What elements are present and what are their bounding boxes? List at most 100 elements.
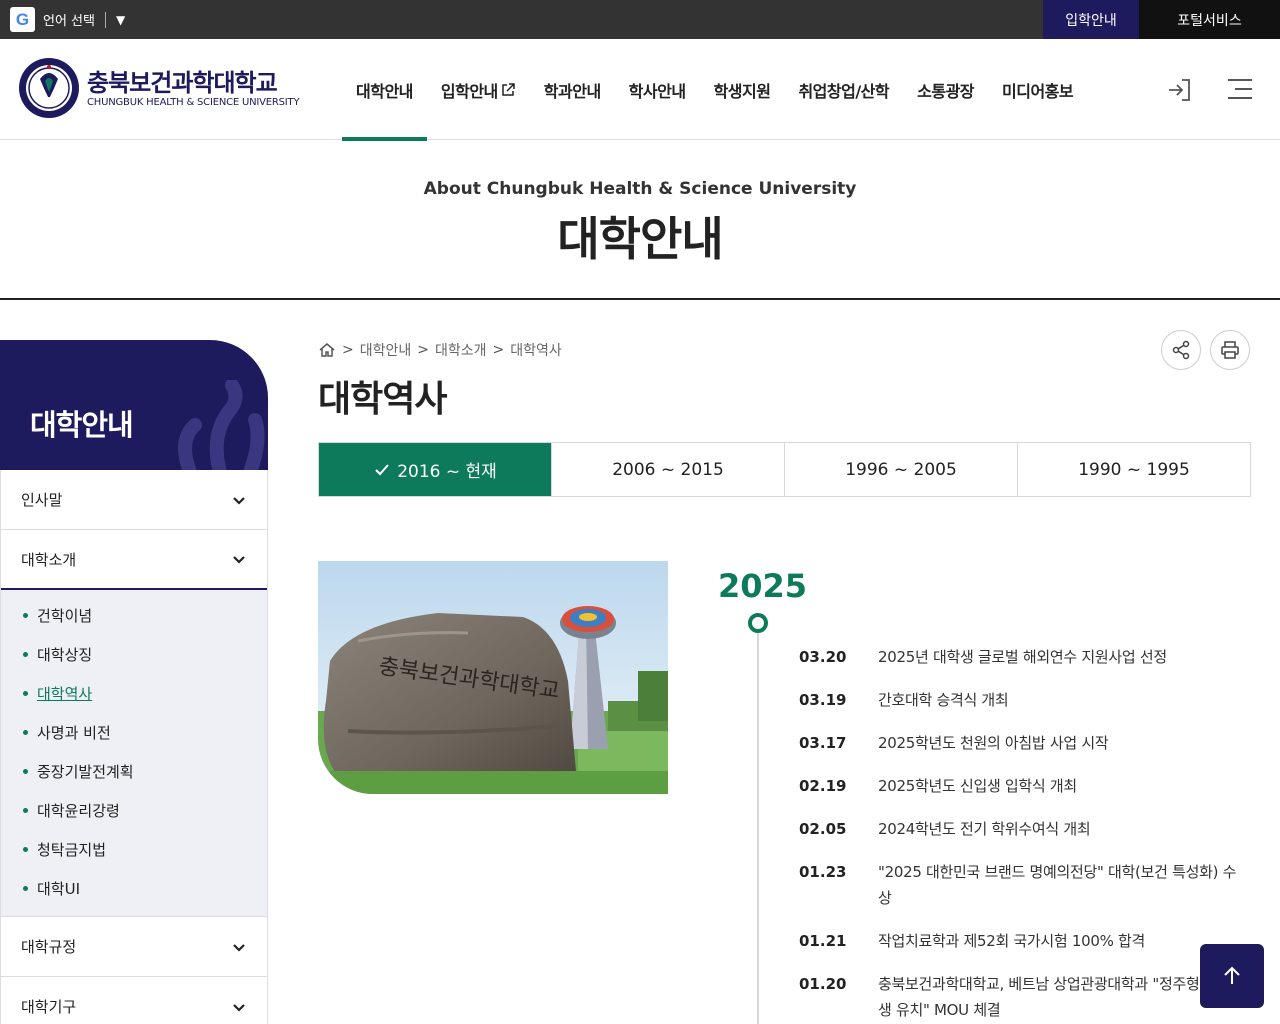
sidebar-menu: 인사말 대학소개 건학이념 대학상징 대학역사 사명과 비전 중장기발전계획 대… bbox=[0, 470, 268, 1024]
tab-1996-2005[interactable]: 1996 ~ 2005 bbox=[784, 443, 1017, 496]
scroll-to-top-button[interactable] bbox=[1200, 944, 1264, 1008]
event-date: 03.17 bbox=[799, 734, 847, 752]
flame-decoration-icon bbox=[178, 380, 265, 470]
sidebar-item-label: 대학소개 bbox=[21, 550, 77, 569]
submenu-item-history[interactable]: 대학역사 bbox=[1, 674, 267, 713]
event-date: 01.23 bbox=[799, 863, 847, 881]
submenu-item-label: 중장기발전계획 bbox=[37, 763, 134, 781]
submenu-item-label: 대학UI bbox=[37, 880, 81, 898]
event-date: 02.05 bbox=[799, 820, 847, 838]
event-date: 02.19 bbox=[799, 777, 847, 795]
tab-2016-present[interactable]: 2016 ~ 현재 bbox=[319, 443, 551, 496]
event-text: 작업치료학과 제52회 국가시험 100% 합격 bbox=[878, 932, 1146, 950]
bullet-icon bbox=[23, 808, 28, 813]
home-icon[interactable] bbox=[318, 341, 336, 359]
timeline-line bbox=[757, 633, 759, 1024]
submenu-item-label: 대학상징 bbox=[37, 646, 93, 664]
campus-stone-photo: 충북보건과학대학교 bbox=[318, 561, 668, 794]
hamburger-menu-icon[interactable] bbox=[1227, 77, 1253, 101]
login-icon[interactable] bbox=[1166, 76, 1194, 104]
campus-stone-image: 충북보건과학대학교 bbox=[318, 561, 668, 794]
submenu-item-label: 대학역사 bbox=[37, 685, 93, 703]
timeline-event: 03.17 2025학년도 천원의 아침밥 사업 시작 bbox=[799, 730, 1249, 756]
sidebar-item-label: 대학규정 bbox=[21, 938, 77, 956]
event-text: 간호대학 승격식 개최 bbox=[878, 691, 1009, 709]
share-icon bbox=[1172, 340, 1190, 360]
submenu-item-ethics-code[interactable]: 대학윤리강령 bbox=[1, 791, 267, 830]
bullet-icon bbox=[23, 652, 28, 657]
page-hero: About Chungbuk Health & Science Universi… bbox=[0, 141, 1280, 300]
submenu-item-development-plan[interactable]: 중장기발전계획 bbox=[1, 752, 267, 791]
submenu-item-label: 사명과 비전 bbox=[37, 724, 111, 742]
bullet-icon bbox=[23, 691, 28, 696]
sidebar-submenu: 건학이념 대학상징 대학역사 사명과 비전 중장기발전계획 대학윤리강령 청탁금… bbox=[1, 590, 267, 917]
chevron-down-icon bbox=[233, 496, 245, 505]
nav-item-employment[interactable]: 취업창업/산학 bbox=[784, 39, 903, 140]
submenu-item-symbols[interactable]: 대학상징 bbox=[1, 635, 267, 674]
submenu-item-mission-vision[interactable]: 사명과 비전 bbox=[1, 713, 267, 752]
university-emblem-icon bbox=[19, 58, 79, 118]
timeline-events: 03.20 2025년 대학생 글로벌 해외연수 지원사업 선정 03.19 간… bbox=[799, 644, 1249, 1024]
breadcrumb: > 대학안내 > 대학소개 > 대학역사 bbox=[318, 340, 562, 360]
check-icon bbox=[375, 463, 389, 475]
sidebar-item-organization[interactable]: 대학기구 bbox=[1, 977, 267, 1024]
timeline-event: 01.21 작업치료학과 제52회 국가시험 100% 합격 bbox=[799, 928, 1249, 954]
hero-title: 대학안내 bbox=[557, 212, 723, 266]
event-text: "2025 대한민국 브랜드 명예의전당" 대학(보건 특성화) 수상 bbox=[878, 863, 1237, 907]
bullet-icon bbox=[23, 886, 28, 891]
language-divider bbox=[104, 11, 106, 28]
main-navigation: 대학안내 입학안내 학과안내 학사안내 학생지원 취업창업/산학 소통광장 미디… bbox=[342, 39, 1087, 141]
language-selector[interactable]: G 언어 선택 ▼ bbox=[10, 7, 125, 32]
top-admission-link[interactable]: 입학안내 bbox=[1043, 0, 1139, 39]
submenu-item-label: 청탁금지법 bbox=[37, 841, 107, 859]
print-icon bbox=[1221, 341, 1239, 359]
timeline-event: 01.23 "2025 대한민국 브랜드 명예의전당" 대학(보건 특성화) 수… bbox=[799, 859, 1249, 911]
chevron-down-icon bbox=[233, 943, 245, 952]
nav-item-media[interactable]: 미디어홍보 bbox=[988, 39, 1087, 140]
breadcrumb-separator: > bbox=[342, 342, 354, 358]
event-date: 01.20 bbox=[799, 975, 847, 993]
submenu-item-label: 건학이념 bbox=[37, 607, 93, 625]
submenu-item-anti-graft-act[interactable]: 청탁금지법 bbox=[1, 830, 267, 869]
share-button[interactable] bbox=[1161, 330, 1201, 370]
bullet-icon bbox=[23, 769, 28, 774]
bullet-icon bbox=[23, 847, 28, 852]
period-tabs: 2016 ~ 현재 2006 ~ 2015 1996 ~ 2005 1990 ~… bbox=[318, 442, 1251, 497]
event-text: 2025학년도 신입생 입학식 개최 bbox=[878, 777, 1077, 795]
chevron-down-icon bbox=[233, 1003, 245, 1012]
submenu-item-founding-philosophy[interactable]: 건학이념 bbox=[1, 596, 267, 635]
nav-item-student-support[interactable]: 학생지원 bbox=[700, 39, 785, 140]
arrow-up-icon bbox=[1224, 966, 1240, 984]
breadcrumb-item[interactable]: 대학안내 bbox=[360, 340, 412, 360]
print-button[interactable] bbox=[1210, 330, 1250, 370]
timeline-year-marker bbox=[748, 613, 768, 633]
logo-text: 충북보건과학대학교 CHUNGBUK HEALTH & SCIENCE UNIV… bbox=[87, 69, 300, 108]
tab-2006-2015[interactable]: 2006 ~ 2015 bbox=[551, 443, 784, 496]
breadcrumb-item[interactable]: 대학소개 bbox=[435, 340, 487, 360]
nav-item-academics[interactable]: 학사안내 bbox=[615, 39, 700, 140]
submenu-item-university-ui[interactable]: 대학UI bbox=[1, 869, 267, 908]
sidebar-item-label: 대학기구 bbox=[21, 998, 77, 1016]
top-portal-link[interactable]: 포털서비스 bbox=[1139, 0, 1280, 39]
tab-1990-1995[interactable]: 1990 ~ 1995 bbox=[1017, 443, 1250, 496]
breadcrumb-separator: > bbox=[417, 342, 429, 358]
sidebar-item-regulations[interactable]: 대학규정 bbox=[1, 917, 267, 977]
submenu-item-label: 대학윤리강령 bbox=[37, 802, 120, 820]
nav-item-community[interactable]: 소통광장 bbox=[903, 39, 988, 140]
breadcrumb-item-current[interactable]: 대학역사 bbox=[510, 340, 562, 360]
university-logo[interactable]: 충북보건과학대학교 CHUNGBUK HEALTH & SCIENCE UNIV… bbox=[18, 57, 300, 119]
nav-item-departments[interactable]: 학과안내 bbox=[530, 39, 615, 140]
nav-item-about[interactable]: 대학안내 bbox=[342, 39, 427, 141]
event-text: 2025학년도 천원의 아침밥 사업 시작 bbox=[878, 734, 1109, 752]
sidebar-item-greeting[interactable]: 인사말 bbox=[1, 470, 267, 530]
chevron-down-icon bbox=[233, 556, 245, 564]
event-text: 2025년 대학생 글로벌 해외연수 지원사업 선정 bbox=[878, 648, 1167, 666]
timeline-event: 03.19 간호대학 승격식 개최 bbox=[799, 687, 1249, 713]
site-header: 충북보건과학대학교 CHUNGBUK HEALTH & SCIENCE UNIV… bbox=[0, 39, 1280, 141]
nav-item-admission[interactable]: 입학안내 bbox=[427, 39, 530, 140]
breadcrumb-separator: > bbox=[492, 342, 505, 358]
bullet-icon bbox=[23, 730, 28, 735]
timeline-event: 02.19 2025학년도 신입생 입학식 개최 bbox=[799, 773, 1249, 799]
sidebar-item-introduction[interactable]: 대학소개 bbox=[1, 530, 267, 590]
event-date: 01.21 bbox=[799, 932, 847, 950]
